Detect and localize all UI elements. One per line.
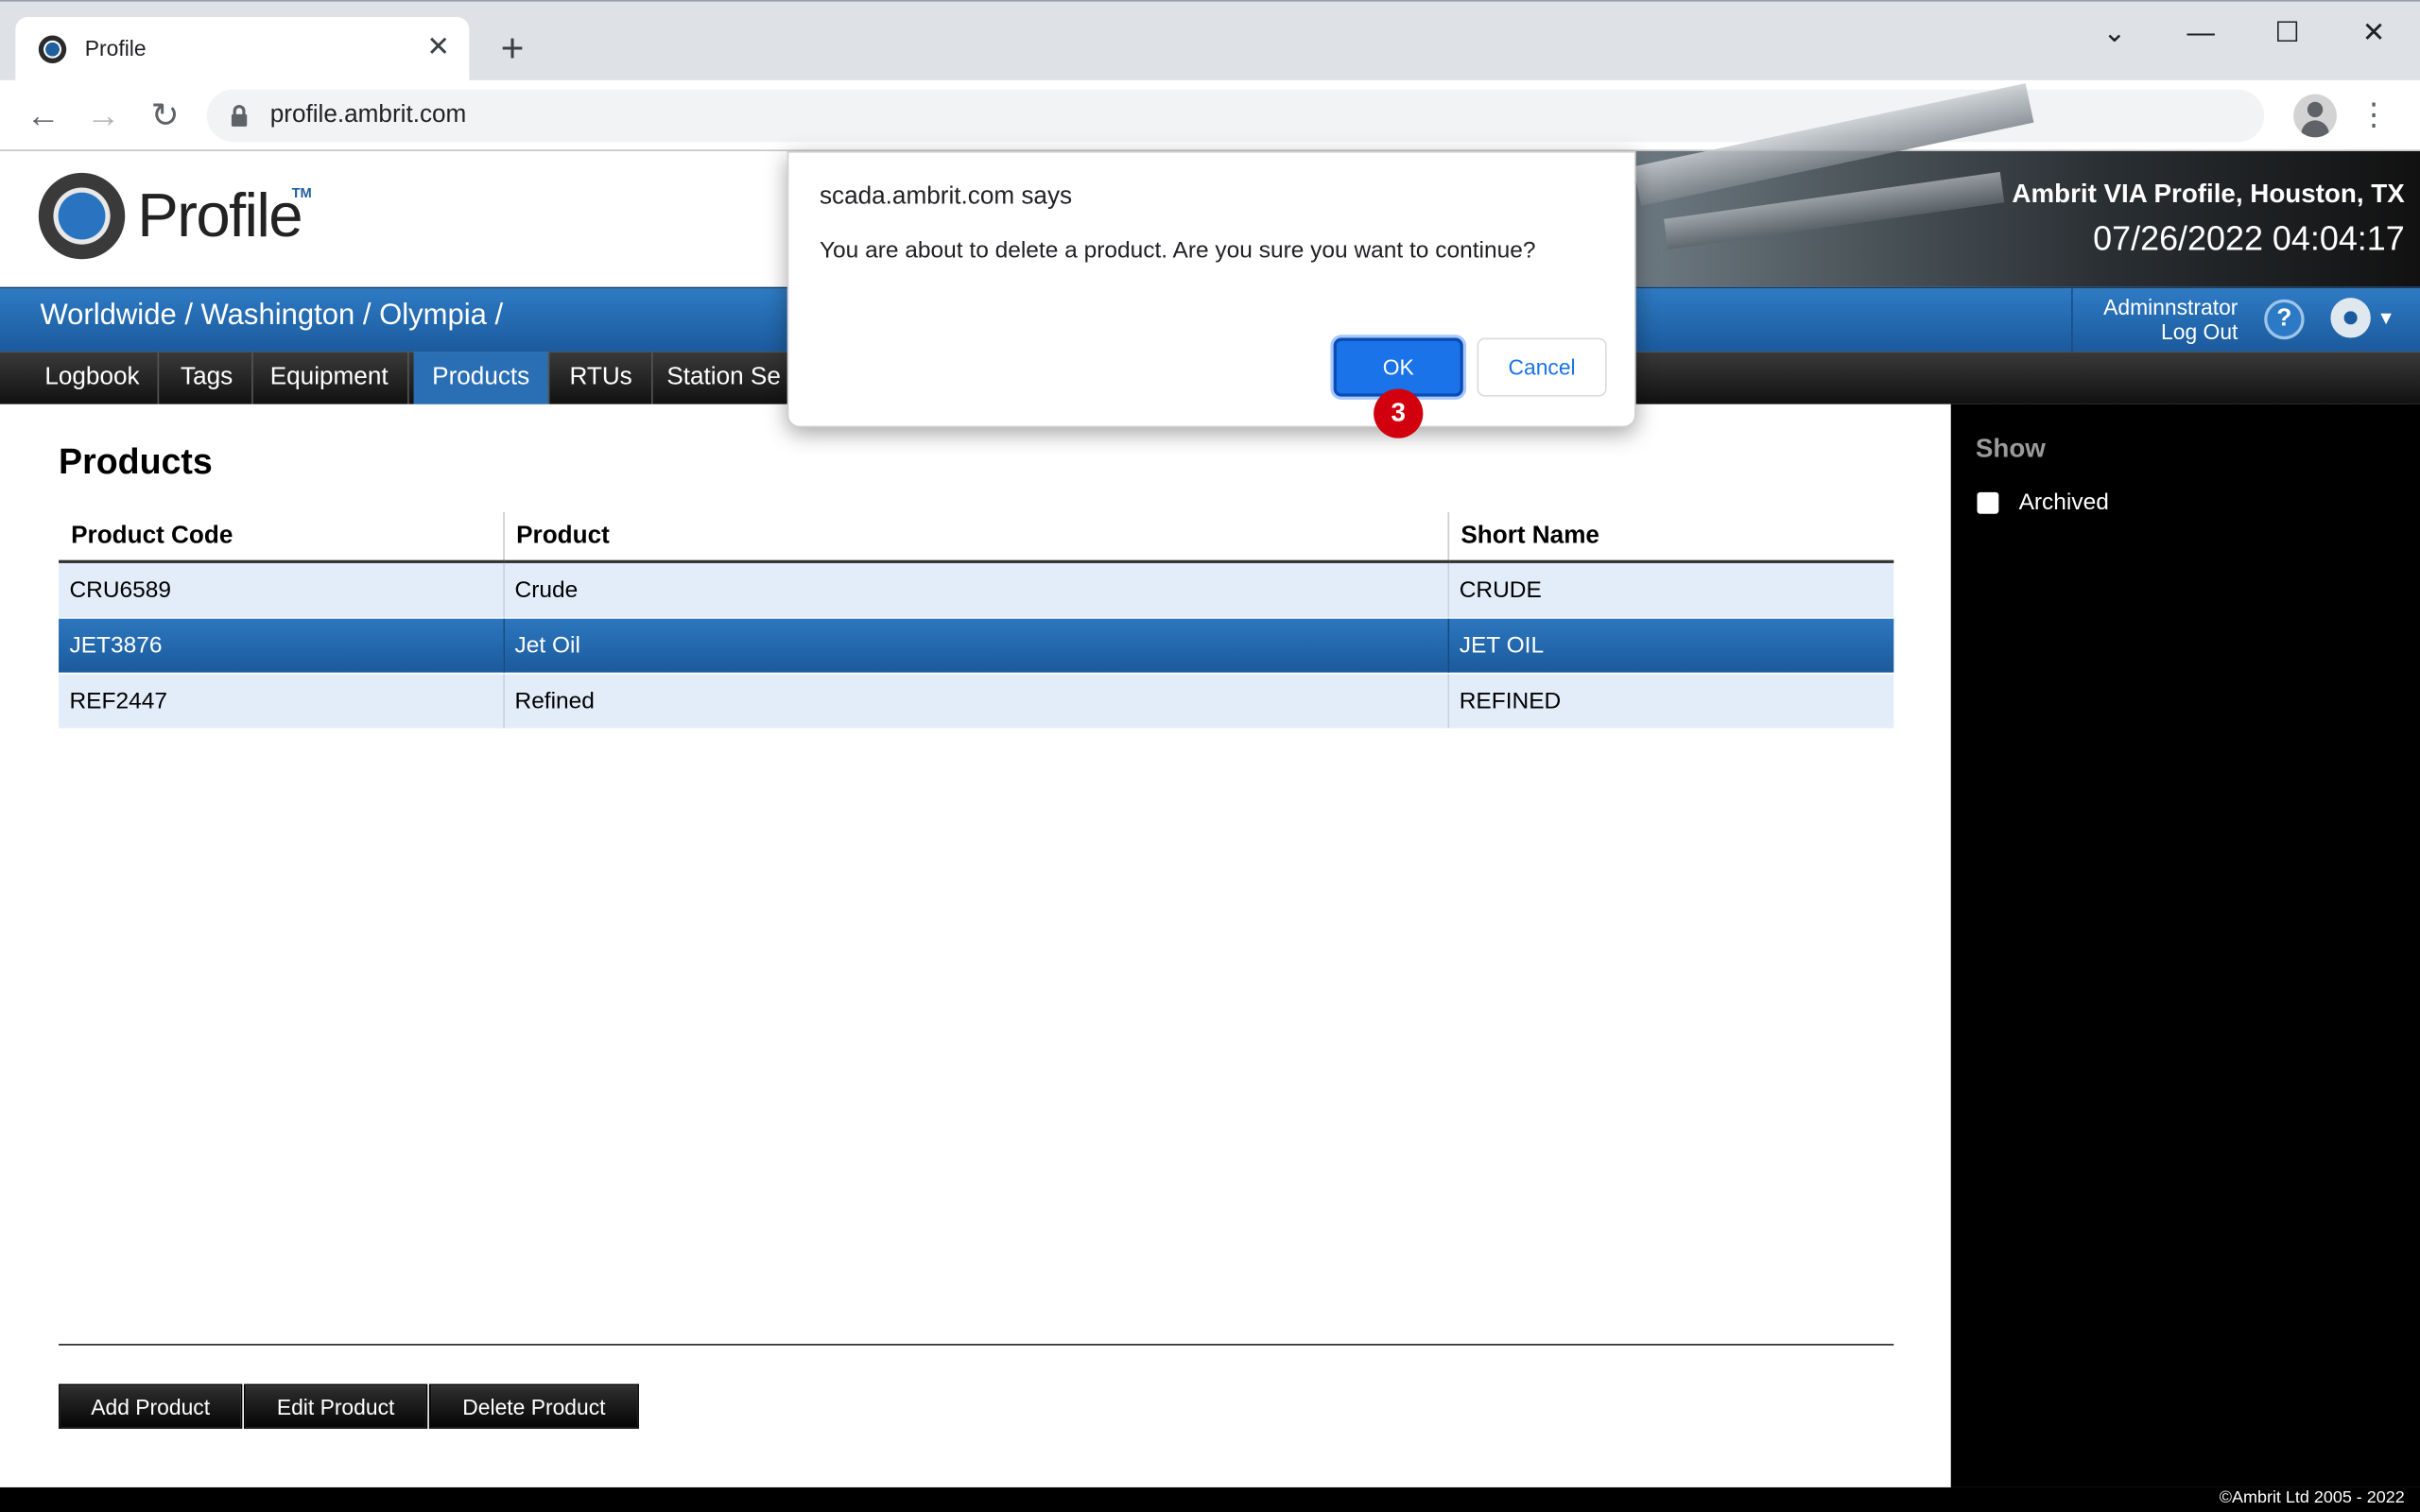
nav-item-equipment[interactable]: Equipment [251,352,408,404]
url-text[interactable]: profile.ambrit.com [270,102,467,129]
archived-checkbox[interactable] [1977,491,1999,514]
footer: ©Ambrit Ltd 2005 - 2022 [0,1486,2420,1512]
profile-favicon-icon [38,35,67,63]
add-product-button[interactable]: Add Product [59,1383,243,1429]
new-tab-button[interactable]: + [491,26,534,70]
profile-logo-icon [38,172,126,260]
nav-item-logbook[interactable]: Logbook [26,352,160,404]
user-name: Adminnstrator [2103,294,2238,319]
page-title: Products [59,440,213,482]
account-icon[interactable] [2293,94,2337,138]
logo-text: Profile [137,181,302,250]
edit-product-button[interactable]: Edit Product [243,1383,428,1429]
nav-item-products[interactable]: Products [413,352,550,404]
close-tab-icon[interactable]: ✕ [423,31,454,62]
site-name: Ambrit VIA Profile, Houston, TX [2012,179,2405,209]
maximize-button[interactable]: ☐ [2256,10,2318,54]
cell-short-name: JET OIL [1446,617,1894,674]
table-row-selected[interactable]: JET3876 Jet Oil JET OIL [59,617,1894,674]
copyright-text: ©Ambrit Ltd 2005 - 2022 [2219,1488,2405,1508]
table-header-row: Product Code Product Short Name [59,512,1894,563]
ok-button[interactable]: OK [1333,337,1463,397]
breadcrumb[interactable]: Worldwide / Washington / Olympia / [40,300,503,334]
tab-title: Profile [84,35,147,60]
kebab-menu-icon[interactable]: ⋮ [2359,93,2390,139]
cell-product: Refined [502,672,1448,730]
reload-icon[interactable]: ↻ [142,93,188,139]
cell-product-code: JET3876 [59,617,504,674]
browser-toolbar: ← → ↻ profile.ambrit.com ⋮ [0,79,2420,152]
cell-short-name: REFINED [1446,672,1894,730]
products-table: Product Code Product Short Name CRU6589 … [59,512,1894,730]
table-row[interactable]: CRU6589 Crude CRUDE [59,561,1894,618]
back-arrow-icon[interactable]: ← [20,93,66,139]
cell-product-code: CRU6589 [59,561,504,618]
delete-product-button[interactable]: Delete Product [428,1383,639,1429]
cell-product-code: REF2447 [59,672,504,730]
minimize-button[interactable]: — [2170,10,2232,54]
logo-trademark: TM [291,184,312,201]
cell-short-name: CRUDE [1446,561,1894,618]
forward-arrow-icon[interactable]: → [80,93,127,139]
cell-product: Jet Oil [502,617,1448,674]
table-row[interactable]: REF2447 Refined REFINED [59,672,1894,730]
clock: 07/26/2022 04:04:17 [2093,218,2405,258]
nav-item-station-settings[interactable]: Station Se [648,352,800,404]
logout-link[interactable]: Log Out [2161,319,2238,344]
column-header-product-code[interactable]: Product Code [59,512,504,563]
lock-icon[interactable] [231,105,248,127]
column-header-short-name[interactable]: Short Name [1446,512,1894,563]
help-icon[interactable]: ? [2264,299,2305,340]
confirm-dialog: scada.ambrit.com says You are about to d… [786,151,1636,438]
cell-product: Crude [502,561,1448,618]
main-content: Products Product Code Product Short Name… [0,404,1951,1487]
nav-item-tags[interactable]: Tags [162,352,253,404]
filter-panel: Show Archived [1950,404,2420,1487]
gear-icon[interactable] [2330,298,2371,338]
header-pipeline-image: Ambrit VIA Profile, Houston, TX 07/26/20… [1633,83,2420,287]
cancel-button[interactable]: Cancel [1477,337,1607,397]
browser-tab-strip: Profile ✕ + ⌄ — ☐ ✕ [0,0,2420,82]
filter-title: Show [1975,433,2046,463]
browser-tab[interactable]: Profile ✕ [15,16,470,82]
dialog-title: scada.ambrit.com says [819,183,1073,211]
tab-search-chevron-icon[interactable]: ⌄ [2083,10,2145,54]
close-window-button[interactable]: ✕ [2342,10,2404,54]
step-badge: 3 [1374,388,1424,438]
dialog-message: You are about to delete a product. Are y… [819,237,1536,265]
user-box: Adminnstrator Log Out [2071,288,2250,353]
archived-label[interactable]: Archived [2019,490,2109,516]
caret-down-icon[interactable]: ▼ [2377,307,2394,329]
nav-item-rtus[interactable]: RTUs [551,352,652,404]
divider [59,1344,1894,1346]
column-header-product[interactable]: Product [502,512,1448,563]
